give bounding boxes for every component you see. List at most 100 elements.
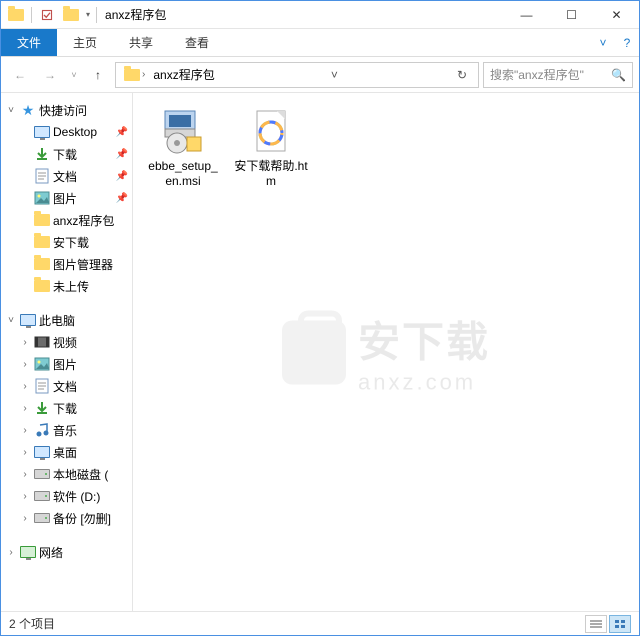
file-name: 安下载帮助.htm — [233, 159, 309, 189]
sidebar-item-label: 软件 (D:) — [53, 488, 100, 505]
chevron-right-icon[interactable]: › — [19, 491, 31, 502]
ribbon: 文件 主页 共享 查看 ˅ ? — [1, 29, 639, 57]
sidebar-quick-access[interactable]: ˅ ★ 快捷访问 — [1, 99, 132, 121]
close-button[interactable]: ✕ — [594, 1, 639, 28]
sidebar-item-label: 本地磁盘 ( — [53, 466, 108, 483]
sidebar-item-label: 安下载 — [53, 234, 89, 251]
qat-dropdown-icon[interactable]: ▾ — [86, 10, 90, 19]
folder-qat-icon[interactable] — [62, 6, 80, 24]
chevron-right-icon[interactable]: › — [19, 381, 31, 392]
sidebar-item-label: anxz程序包 — [53, 212, 114, 229]
chevron-right-icon[interactable]: › — [19, 469, 31, 480]
file-list[interactable]: ebbe_setup_en.msi 安下载帮助.htm 安下载 — [133, 93, 639, 611]
refresh-icon[interactable]: ↻ — [450, 68, 474, 82]
sidebar-item-未上传[interactable]: 未上传 — [1, 275, 132, 297]
sidebar-item-备份 [勿删][interactable]: ›备份 [勿删] — [1, 507, 132, 529]
sidebar-label: 快捷访问 — [39, 102, 87, 119]
recent-locations-icon[interactable]: ˅ — [67, 62, 81, 88]
sidebar-item-label: 文档 — [53, 378, 77, 395]
sidebar-item-label: 图片 — [53, 356, 77, 373]
sidebar-item-本地磁盘 ([interactable]: › 本地磁盘 ( — [1, 463, 132, 485]
sidebar-item-图片管理器[interactable]: 图片管理器 — [1, 253, 132, 275]
address-bar[interactable]: › anxz程序包 ˅ ↻ — [115, 62, 479, 88]
quick-access-toolbar: ▾ — [1, 6, 97, 24]
sidebar-item-音乐[interactable]: › 音乐 — [1, 419, 132, 441]
ribbon-expand-icon[interactable]: ˅ — [591, 29, 615, 56]
sidebar-item-图片[interactable]: › 图片 — [1, 353, 132, 375]
chevron-right-icon[interactable]: › — [19, 337, 31, 348]
chevron-right-icon[interactable]: › — [19, 403, 31, 414]
folder-icon — [33, 255, 51, 273]
pin-icon: 📌 — [116, 149, 128, 160]
chevron-right-icon[interactable]: › — [19, 513, 31, 524]
tab-share[interactable]: 共享 — [113, 29, 169, 56]
music-icon — [33, 421, 51, 439]
sidebar-item-label: 下载 — [53, 146, 77, 163]
tab-view[interactable]: 查看 — [169, 29, 225, 56]
sidebar-item-软件 (D:)[interactable]: › 软件 (D:) — [1, 485, 132, 507]
icons-view-button[interactable] — [609, 615, 631, 633]
maximize-button[interactable]: ☐ — [549, 1, 594, 28]
help-icon[interactable]: ? — [615, 29, 639, 56]
sidebar-this-pc[interactable]: ˅ 此电脑 — [1, 309, 132, 331]
minimize-button[interactable]: — — [504, 1, 549, 28]
sidebar-label: 此电脑 — [39, 312, 75, 329]
pin-icon: 📌 — [116, 171, 128, 182]
installer-icon — [157, 105, 209, 157]
sidebar-item-文档[interactable]: 文档📌 — [1, 165, 132, 187]
back-button[interactable]: ← — [7, 62, 33, 88]
sidebar-item-label: 图片管理器 — [53, 256, 113, 273]
qat-divider — [31, 7, 32, 23]
sidebar-item-下载[interactable]: › 下载 — [1, 397, 132, 419]
video-icon — [33, 333, 51, 351]
search-input[interactable]: 搜索"anxz程序包" 🔍 — [483, 62, 633, 88]
drive-icon — [33, 465, 51, 483]
pc-icon — [19, 311, 37, 329]
chevron-right-icon[interactable]: › — [19, 425, 31, 436]
sidebar-item-label: 视频 — [53, 334, 77, 351]
file-item-msi[interactable]: ebbe_setup_en.msi — [141, 101, 225, 193]
up-button[interactable]: ↑ — [85, 62, 111, 88]
pic-icon — [33, 355, 51, 373]
sidebar-item-下载[interactable]: 下载 📌 — [1, 143, 132, 165]
search-icon[interactable]: 🔍 — [611, 68, 626, 82]
navigation-pane[interactable]: ˅ ★ 快捷访问 Desktop📌下载📌文档📌图片📌anxz程序包安下载图片管理… — [1, 93, 133, 611]
sidebar-item-label: 下载 — [53, 400, 77, 417]
pin-icon: 📌 — [116, 127, 128, 138]
sidebar-item-anxz程序包[interactable]: anxz程序包 — [1, 209, 132, 231]
breadcrumb-root-icon[interactable]: › — [120, 69, 149, 81]
download-icon — [33, 145, 51, 163]
drive-icon — [33, 509, 51, 527]
sidebar-item-label: 音乐 — [53, 422, 77, 439]
doc-icon — [33, 377, 51, 395]
sidebar-item-视频[interactable]: › 视频 — [1, 331, 132, 353]
tab-file[interactable]: 文件 — [1, 29, 57, 56]
chevron-right-icon[interactable]: › — [19, 359, 31, 370]
qat-divider-2 — [96, 7, 97, 23]
chevron-right-icon[interactable]: › — [5, 547, 17, 558]
sidebar-item-label: Desktop — [53, 125, 97, 139]
chevron-right-icon[interactable]: › — [19, 447, 31, 458]
properties-icon[interactable] — [38, 6, 56, 24]
sidebar-item-文档[interactable]: › 文档 — [1, 375, 132, 397]
folder-icon — [33, 233, 51, 251]
sidebar-item-安下载[interactable]: 安下载 — [1, 231, 132, 253]
tab-home[interactable]: 主页 — [57, 29, 113, 56]
main-area: ˅ ★ 快捷访问 Desktop📌下载📌文档📌图片📌anxz程序包安下载图片管理… — [1, 93, 639, 611]
chevron-down-icon[interactable]: ˅ — [5, 105, 17, 116]
navigation-bar: ← → ˅ ↑ › anxz程序包 ˅ ↻ 搜索"anxz程序包" 🔍 — [1, 57, 639, 93]
details-view-button[interactable] — [585, 615, 607, 633]
watermark-bag-icon — [282, 320, 346, 384]
forward-button[interactable]: → — [37, 62, 63, 88]
watermark: 安下载 anxz.com — [282, 309, 490, 396]
sidebar-network[interactable]: › 网络 — [1, 541, 132, 563]
folder-app-icon — [7, 6, 25, 24]
breadcrumb-item[interactable]: anxz程序包 — [149, 66, 218, 83]
sidebar-item-桌面[interactable]: ›桌面 — [1, 441, 132, 463]
file-item-htm[interactable]: 安下载帮助.htm — [229, 101, 313, 193]
pic-icon — [33, 189, 51, 207]
address-dropdown-icon[interactable]: ˅ — [322, 68, 346, 82]
chevron-down-icon[interactable]: ˅ — [5, 315, 17, 326]
sidebar-item-图片[interactable]: 图片📌 — [1, 187, 132, 209]
sidebar-item-Desktop[interactable]: Desktop 📌 — [1, 121, 132, 143]
